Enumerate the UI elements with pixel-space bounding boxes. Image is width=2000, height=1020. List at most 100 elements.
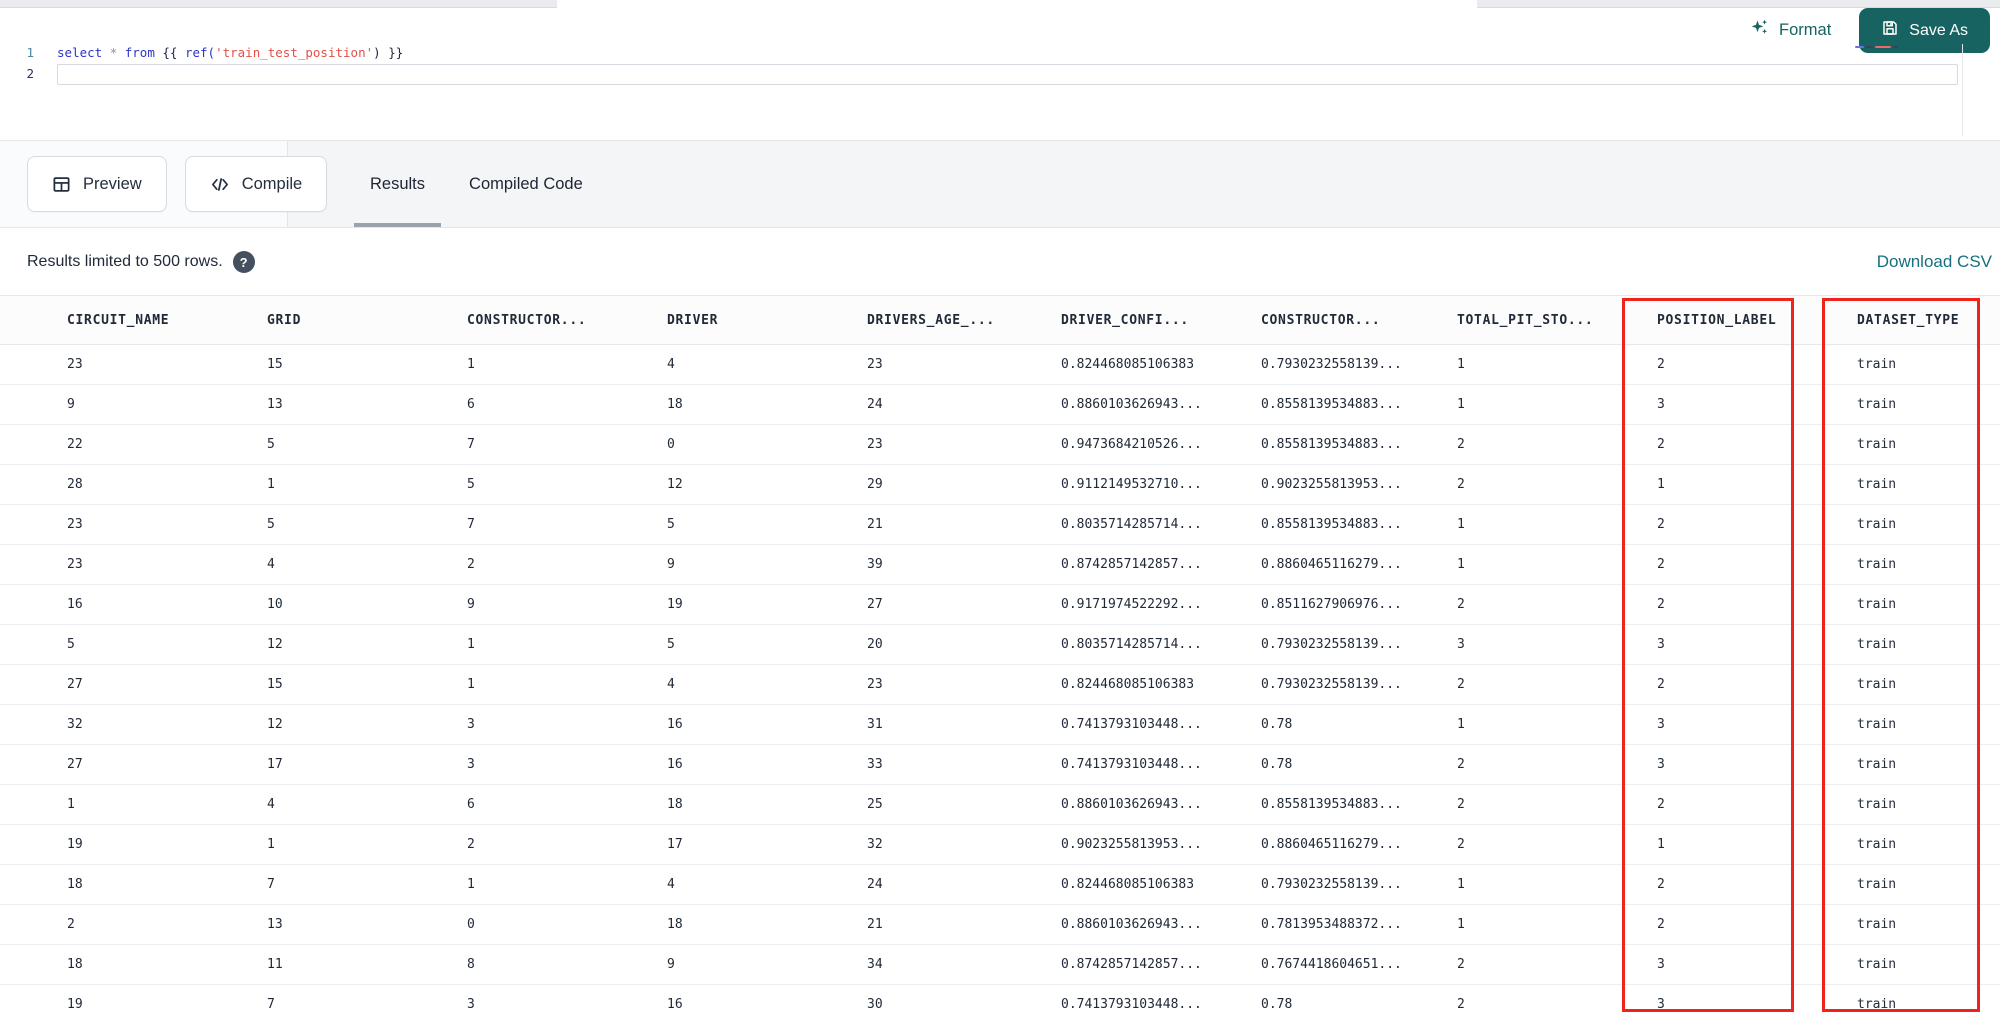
table-cell: 3 — [467, 757, 475, 772]
sql-star: * — [109, 45, 125, 60]
table-cell: 12 — [267, 637, 283, 652]
table-cell: 10 — [267, 597, 283, 612]
table-cell: 19 — [667, 597, 683, 612]
table-cell: 9 — [667, 957, 675, 972]
table-cell: 1 — [267, 837, 275, 852]
code-line-1[interactable]: select * from {{ ref('train_test_positio… — [57, 43, 403, 63]
floppy-disk-icon — [1881, 19, 1899, 42]
model-name-string: 'train_test_position' — [215, 45, 374, 60]
annotation-box-position-label — [1622, 298, 1794, 1012]
table-cell: 0.8860103626943... — [1061, 797, 1202, 812]
table-cell: 23 — [867, 677, 883, 692]
table-cell: 0.9023255813953... — [1061, 837, 1202, 852]
table-cell: 1 — [67, 797, 75, 812]
table-cell: 13 — [267, 397, 283, 412]
table-cell: 24 — [867, 397, 883, 412]
column-header[interactable]: CIRCUIT_NAME — [62, 313, 262, 328]
table-cell: 20 — [867, 637, 883, 652]
column-header[interactable]: GRID — [262, 313, 462, 328]
compile-button[interactable]: Compile — [184, 156, 328, 212]
column-header[interactable]: CONSTRUCTOR... — [462, 313, 662, 328]
table-cell: 22 — [67, 437, 83, 452]
table-cell: 27 — [867, 597, 883, 612]
results-meta-bar: Results limited to 500 rows. ? Download … — [0, 229, 2000, 295]
preview-button[interactable]: Preview — [27, 156, 167, 212]
code-minimap[interactable] — [1855, 46, 1898, 48]
table-cell: 12 — [667, 477, 683, 492]
table-cell: 0.824468085106383 — [1061, 877, 1195, 892]
table-cell: 7 — [467, 437, 475, 452]
sparkles-icon — [1750, 18, 1770, 43]
tab-results[interactable]: Results — [348, 141, 447, 227]
help-icon[interactable]: ? — [232, 251, 255, 273]
editor-scroll-track[interactable] — [1962, 44, 1963, 136]
tab-strip-right[interactable] — [1477, 0, 2000, 8]
table-cell: 32 — [67, 717, 83, 732]
table-cell: 0.7930232558139... — [1261, 677, 1402, 692]
table-cell: 0.9171974522292... — [1061, 597, 1202, 612]
table-cell: 1 — [467, 357, 475, 372]
column-header[interactable]: DRIVER_CONFI... — [1056, 313, 1256, 328]
table-cell: 0.8511627906976... — [1261, 597, 1402, 612]
column-header[interactable]: DRIVERS_AGE_... — [862, 313, 1056, 328]
table-cell: 0.7413793103448... — [1061, 757, 1202, 772]
table-cell: 0.8860103626943... — [1061, 397, 1202, 412]
table-cell: 39 — [867, 557, 883, 572]
table-cell: 2 — [67, 917, 75, 932]
table-cell: 13 — [267, 917, 283, 932]
table-cell: 0.7930232558139... — [1261, 357, 1402, 372]
table-cell: 3 — [467, 717, 475, 732]
table-cell: 19 — [67, 837, 83, 852]
table-cell: 0.7413793103448... — [1061, 997, 1202, 1012]
format-button[interactable]: Format — [1748, 12, 1833, 49]
table-cell: 4 — [667, 677, 675, 692]
table-cell: 0.7674418604651... — [1261, 957, 1402, 972]
table-cell: 0.8558139534883... — [1261, 437, 1402, 452]
tab-strip-left[interactable] — [0, 0, 557, 8]
column-header[interactable]: CONSTRUCTOR... — [1256, 313, 1452, 328]
table-cell: 15 — [267, 677, 283, 692]
table-cell: 0 — [667, 437, 675, 452]
table-cell: 1 — [467, 677, 475, 692]
table-cell: 0.824468085106383 — [1061, 677, 1195, 692]
table-cell: 11 — [267, 957, 283, 972]
tab-results-label: Results — [370, 174, 426, 193]
table-cell: 7 — [267, 997, 275, 1012]
table-cell: 0.7813953488372... — [1261, 917, 1402, 932]
tab-strip-active — [557, 0, 1477, 8]
table-cell: 18 — [667, 397, 683, 412]
table-cell: 0.8860465116279... — [1261, 557, 1402, 572]
top-tab-strip — [0, 0, 2000, 8]
dbt-ide-screen: Format Save As 1 2 select * from {{ ref(… — [0, 0, 2000, 1020]
sql-keyword: select — [57, 45, 110, 60]
table-cell: 23 — [867, 437, 883, 452]
column-header[interactable]: DRIVER — [662, 313, 862, 328]
results-tabbar: Results Compiled Code — [287, 141, 2000, 227]
table-cell: 17 — [267, 757, 283, 772]
table-cell: 3 — [467, 997, 475, 1012]
table-cell: 0.8742857142857... — [1061, 557, 1202, 572]
sql-editor[interactable]: Format Save As 1 2 select * from {{ ref(… — [0, 8, 2000, 140]
table-cell: 16 — [667, 717, 683, 732]
table-cell: 6 — [467, 797, 475, 812]
table-cell: 0.7930232558139... — [1261, 637, 1402, 652]
table-cell: 17 — [667, 837, 683, 852]
table-cell: 5 — [67, 637, 75, 652]
tab-compiled-code[interactable]: Compiled Code — [447, 141, 605, 227]
download-csv-link[interactable]: Download CSV — [1877, 229, 1992, 295]
table-cell: 0.7413793103448... — [1061, 717, 1202, 732]
table-cell: 5 — [467, 477, 475, 492]
table-cell: 16 — [667, 757, 683, 772]
table-cell: 1 — [267, 477, 275, 492]
table-cell: 33 — [867, 757, 883, 772]
compile-label: Compile — [241, 174, 303, 193]
table-cell: 24 — [867, 877, 883, 892]
table-cell: 15 — [267, 357, 283, 372]
table-cell: 4 — [267, 557, 275, 572]
table-cell: 5 — [267, 437, 275, 452]
table-cell: 0.824468085106383 — [1061, 357, 1195, 372]
table-cell: 18 — [667, 797, 683, 812]
table-cell: 5 — [667, 517, 675, 532]
editor-active-line[interactable] — [57, 64, 1958, 85]
table-cell: 0.7930232558139... — [1261, 877, 1402, 892]
